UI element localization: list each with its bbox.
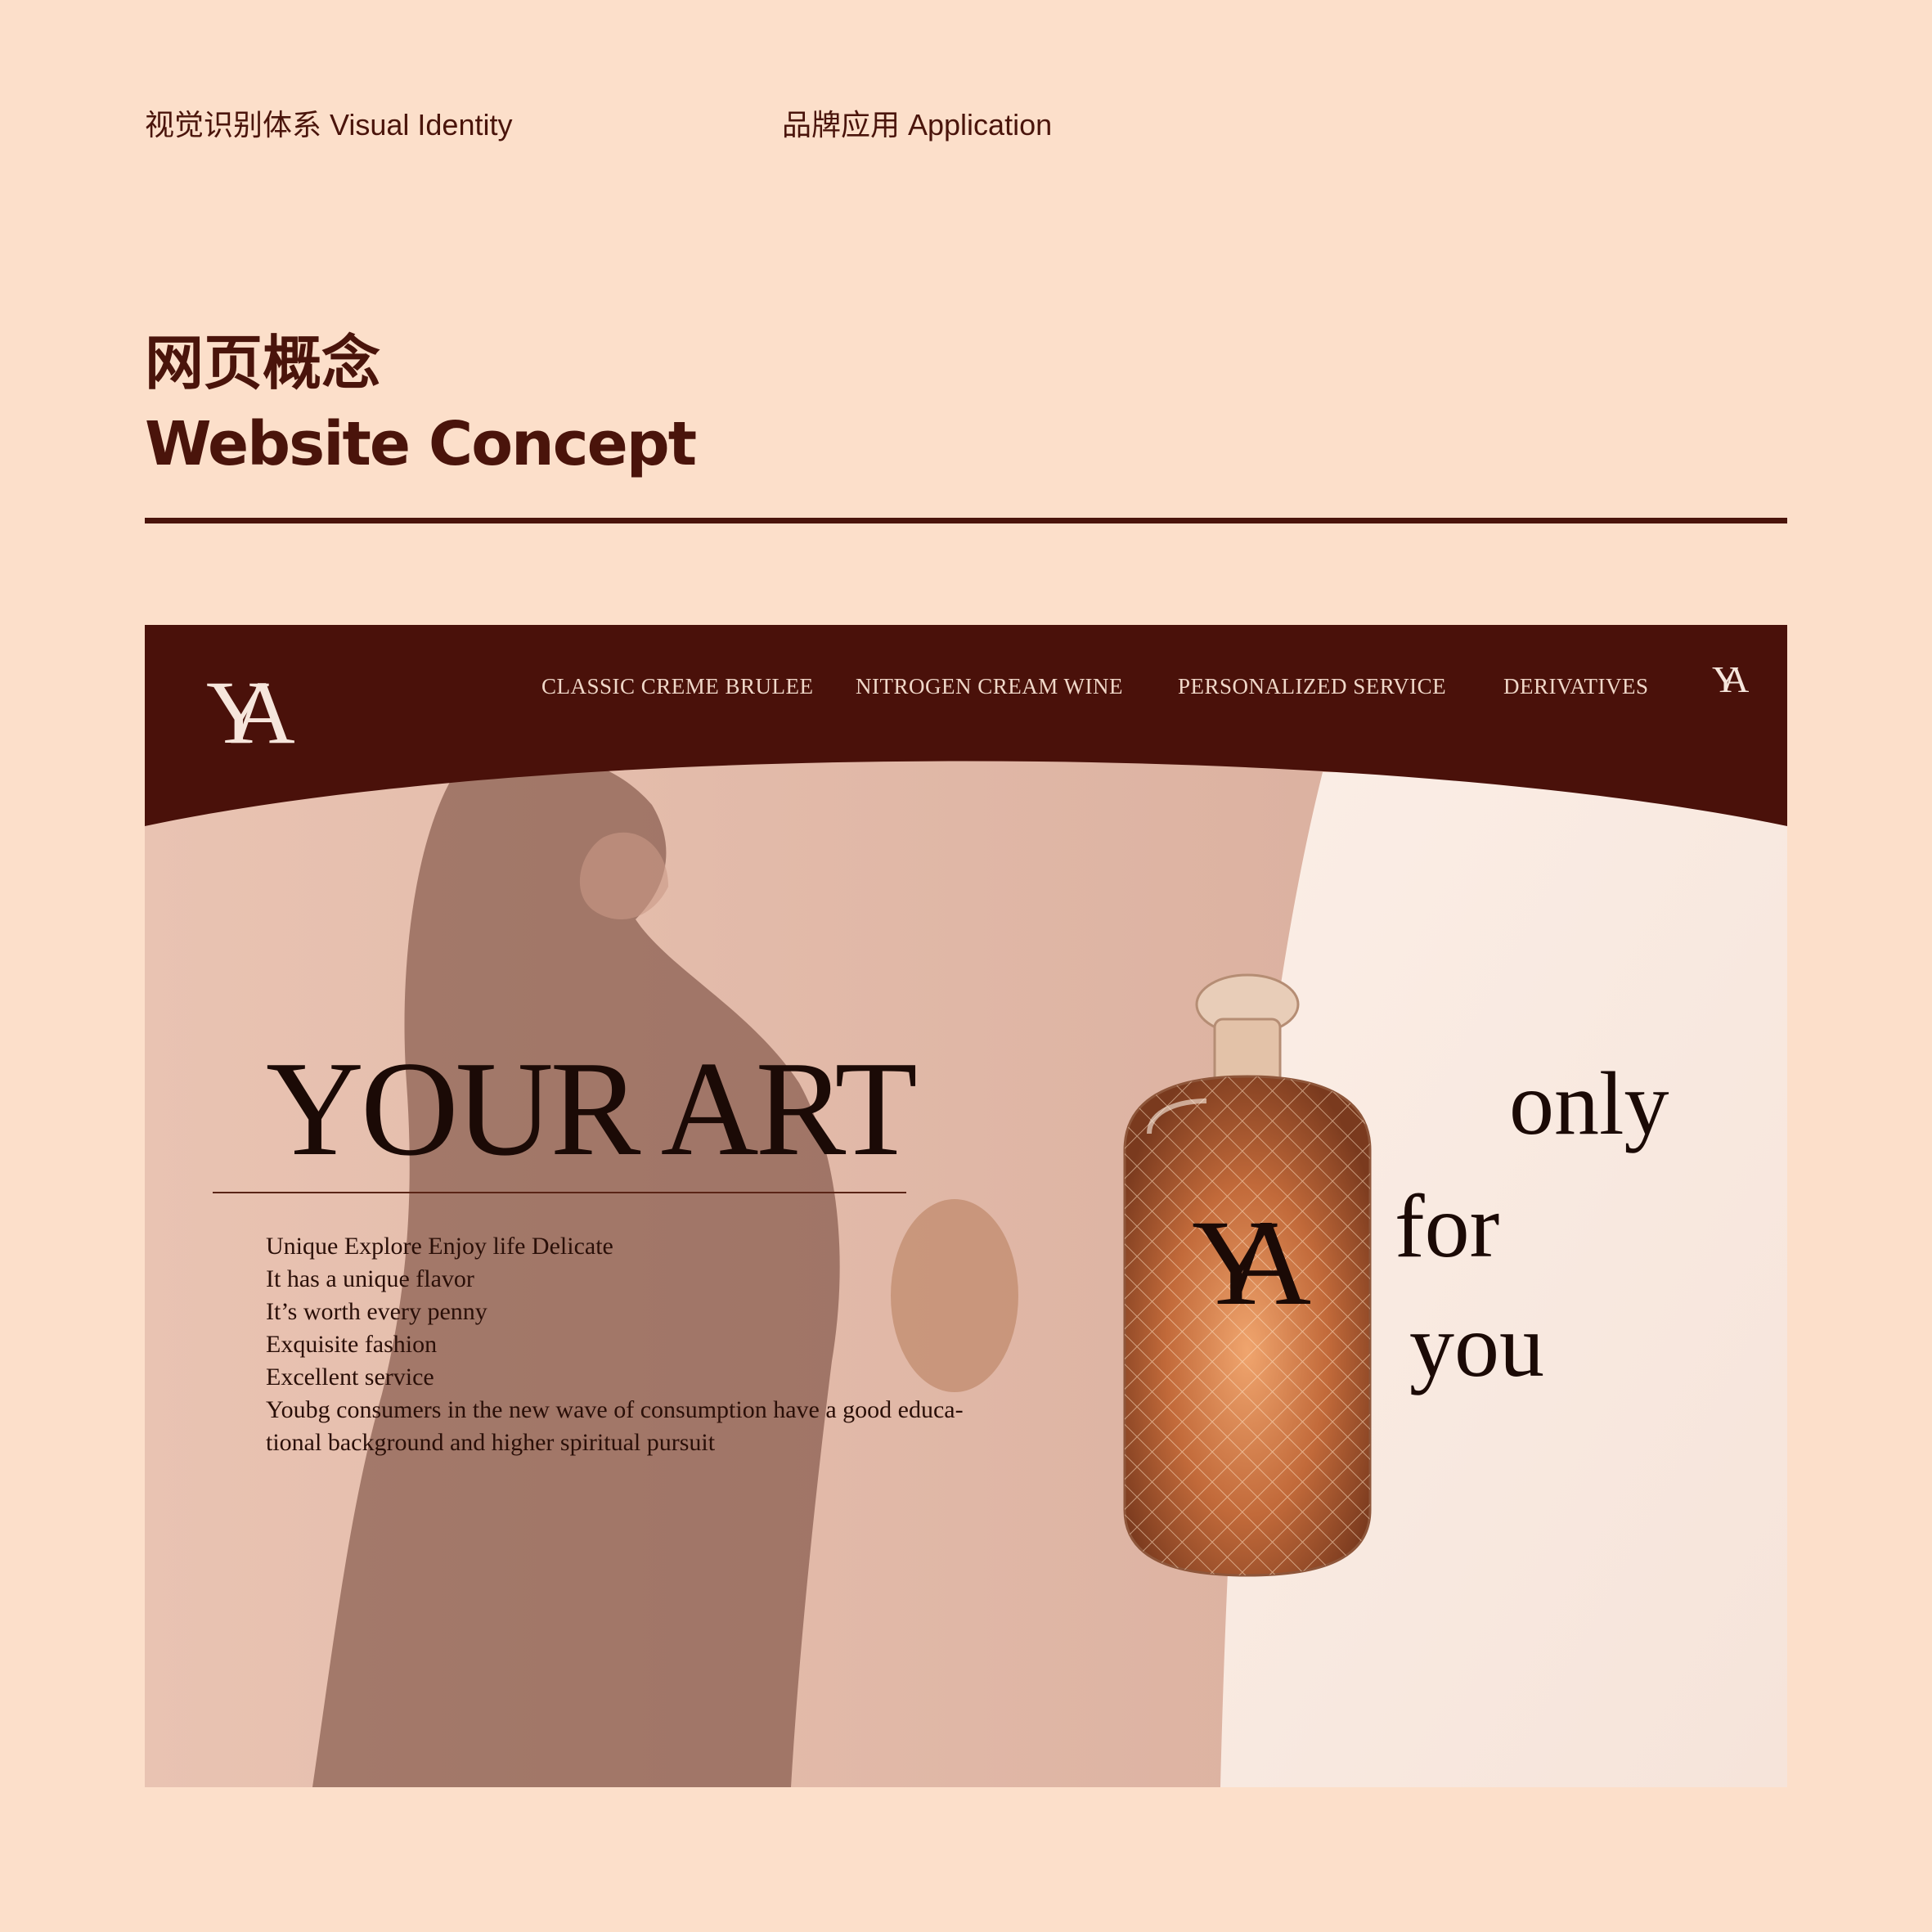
- section-label-visual-identity: 视觉识别体系 Visual Identity: [145, 108, 513, 142]
- website-mockup: YA CLASSIC CREME BRULEE NITROGEN CREAM W…: [145, 625, 1787, 1787]
- page-title-chinese: 网页概念: [145, 329, 381, 398]
- tagline-word: you: [1409, 1296, 1544, 1395]
- title-divider: [145, 518, 1787, 523]
- bottle-logo: YA: [1192, 1195, 1311, 1331]
- hero-heading: YOUR ART: [266, 1033, 918, 1184]
- nav-item-nitrogen-cream-wine[interactable]: NITROGEN CREAM WINE: [856, 674, 1123, 699]
- nav-item-personalized-service[interactable]: PERSONALIZED SERVICE: [1178, 674, 1446, 699]
- nav-item-derivatives[interactable]: DERIVATIVES: [1503, 674, 1649, 699]
- tagline-word: only: [1509, 1054, 1669, 1153]
- hero-line: Youbg consumers in the new wave of consu…: [266, 1396, 964, 1423]
- hero-line: Unique Explore Enjoy life Delicate: [266, 1233, 613, 1260]
- hero-line: It has a unique flavor: [266, 1265, 474, 1292]
- nav-item-classic-creme-brulee[interactable]: CLASSIC CREME BRULEE: [541, 674, 814, 699]
- hero-line: tional background and higher spiritual p…: [266, 1429, 716, 1456]
- tagline-word: for: [1395, 1176, 1500, 1276]
- hero-background: [145, 625, 1787, 1787]
- hero-line: Excellent service: [266, 1364, 434, 1391]
- hero-line: It’s worth every penny: [266, 1298, 487, 1325]
- nav-logo-icon[interactable]: YA: [1712, 661, 1750, 699]
- hero-divider: [213, 1192, 906, 1193]
- brand-logo[interactable]: YA: [206, 667, 295, 757]
- section-label-application: 品牌应用 Application: [782, 108, 1053, 142]
- hero-line: Exquisite fashion: [266, 1331, 438, 1358]
- page-title: Website Concept: [145, 409, 697, 479]
- hero-description: Unique Explore Enjoy life Delicate It ha…: [266, 1230, 1067, 1459]
